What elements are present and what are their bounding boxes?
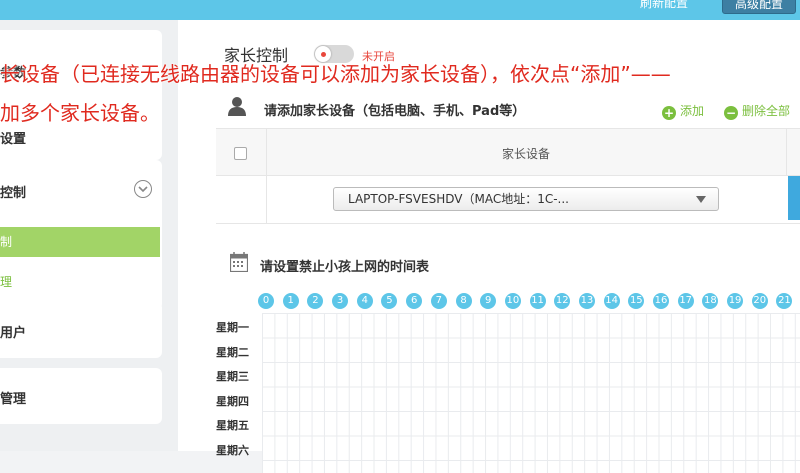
select-all-checkbox[interactable] <box>234 147 247 160</box>
sidebar-item-management: 管理 <box>0 392 27 407</box>
divider <box>266 129 267 223</box>
sidebar-item-control[interactable]: 控制 <box>0 182 26 201</box>
status-dot-icon <box>321 52 326 57</box>
section-heading-devices: 请添加家长设备（包括电脑、手机、Pad等） <box>264 104 526 119</box>
column-header-parent-device: 家长设备 <box>502 147 551 161</box>
hour-16[interactable]: 16 <box>653 293 669 309</box>
edge-button[interactable] <box>788 176 800 220</box>
delete-all-label: 删除全部 <box>742 104 791 118</box>
schedule-grid[interactable] <box>262 313 800 473</box>
hour-19[interactable]: 19 <box>727 293 744 309</box>
hour-0[interactable]: 0 <box>258 293 274 309</box>
device-select[interactable]: LAPTOP-FSVESHDV（MAC地址：1C-... <box>333 187 719 211</box>
dropdown-arrow-icon <box>696 196 706 203</box>
hour-12[interactable]: 12 <box>554 293 571 309</box>
hour-8[interactable]: 8 <box>455 293 472 309</box>
sidebar-item-manage[interactable]: 理 <box>0 273 12 290</box>
minus-icon: − <box>724 106 738 120</box>
day-label: 星期二 <box>216 345 249 359</box>
overlay-caption-line2: 加多个家长设备。 <box>0 101 160 125</box>
plus-icon: + <box>662 106 676 120</box>
hour-2[interactable]: 2 <box>307 293 324 309</box>
refresh-button[interactable]: 刷新配置 <box>640 0 696 12</box>
sidebar-card-basic: 参数 设置 <box>0 30 162 160</box>
divider <box>786 129 787 175</box>
hour-15[interactable]: 15 <box>628 293 645 309</box>
add-label: 添加 <box>680 104 705 118</box>
add-button[interactable]: + 添加 <box>662 102 704 120</box>
sidebar-item-settings[interactable]: 设置 <box>0 128 26 147</box>
hour-14[interactable]: 14 <box>603 293 620 309</box>
hour-11[interactable]: 11 <box>529 293 546 309</box>
day-label: 星期三 <box>216 370 249 383</box>
device-table: 家长设备 LAPTOP-FSVESHDV（MAC地址：1C-... <box>216 128 800 224</box>
hour-13[interactable]: 13 <box>578 293 595 309</box>
hour-3[interactable]: 3 <box>332 293 349 309</box>
day-label: 星期六 <box>216 443 249 457</box>
delete-all-button[interactable]: − 删除全部 <box>724 102 790 120</box>
hour-4[interactable]: 4 <box>356 293 373 309</box>
section-heading-schedule: 请设置禁止小孩上网的时间表 <box>260 260 430 275</box>
hour-21[interactable]: 21 <box>776 293 793 309</box>
hour-20[interactable]: 20 <box>751 293 768 309</box>
hour-header: 0 1 2 3 4 5 6 7 8 9 10 11 12 13 14 15 16 17 18 19 20 21 <box>258 293 800 309</box>
hour-7[interactable]: 7 <box>430 293 447 309</box>
hour-5[interactable]: 5 <box>381 293 398 309</box>
sidebar-card-management[interactable]: 管理 <box>0 368 162 424</box>
advanced-settings-button[interactable]: 高级配置 <box>722 0 796 14</box>
sidebar-card-users[interactable]: 用户 <box>0 302 162 358</box>
device-select-value: LAPTOP-FSVESHDV（MAC地址：1C-... <box>348 192 569 206</box>
chevron-down-icon[interactable] <box>134 180 152 198</box>
day-label: 星期一 <box>216 321 249 334</box>
hour-1[interactable]: 1 <box>282 293 299 309</box>
sidebar-item-label: 制 <box>0 235 13 249</box>
sidebar-item-parental-control[interactable]: 制 <box>0 227 160 257</box>
hour-9[interactable]: 9 <box>480 293 497 309</box>
hour-18[interactable]: 18 <box>702 293 719 309</box>
day-label: 星期四 <box>216 394 249 408</box>
overlay-caption-line1: 长设备（已连接无线路由器的设备可以添加为家长设备），依次点“添加”—— <box>0 62 671 86</box>
top-bar: 刷新配置 高级配置 <box>0 0 800 20</box>
sidebar-item-users: 用户 <box>0 326 27 341</box>
hour-17[interactable]: 17 <box>677 293 694 309</box>
user-icon <box>228 96 246 120</box>
hour-6[interactable]: 6 <box>406 293 423 309</box>
hour-10[interactable]: 10 <box>504 293 521 309</box>
calendar-icon <box>229 252 249 276</box>
day-label: 星期五 <box>216 419 249 432</box>
